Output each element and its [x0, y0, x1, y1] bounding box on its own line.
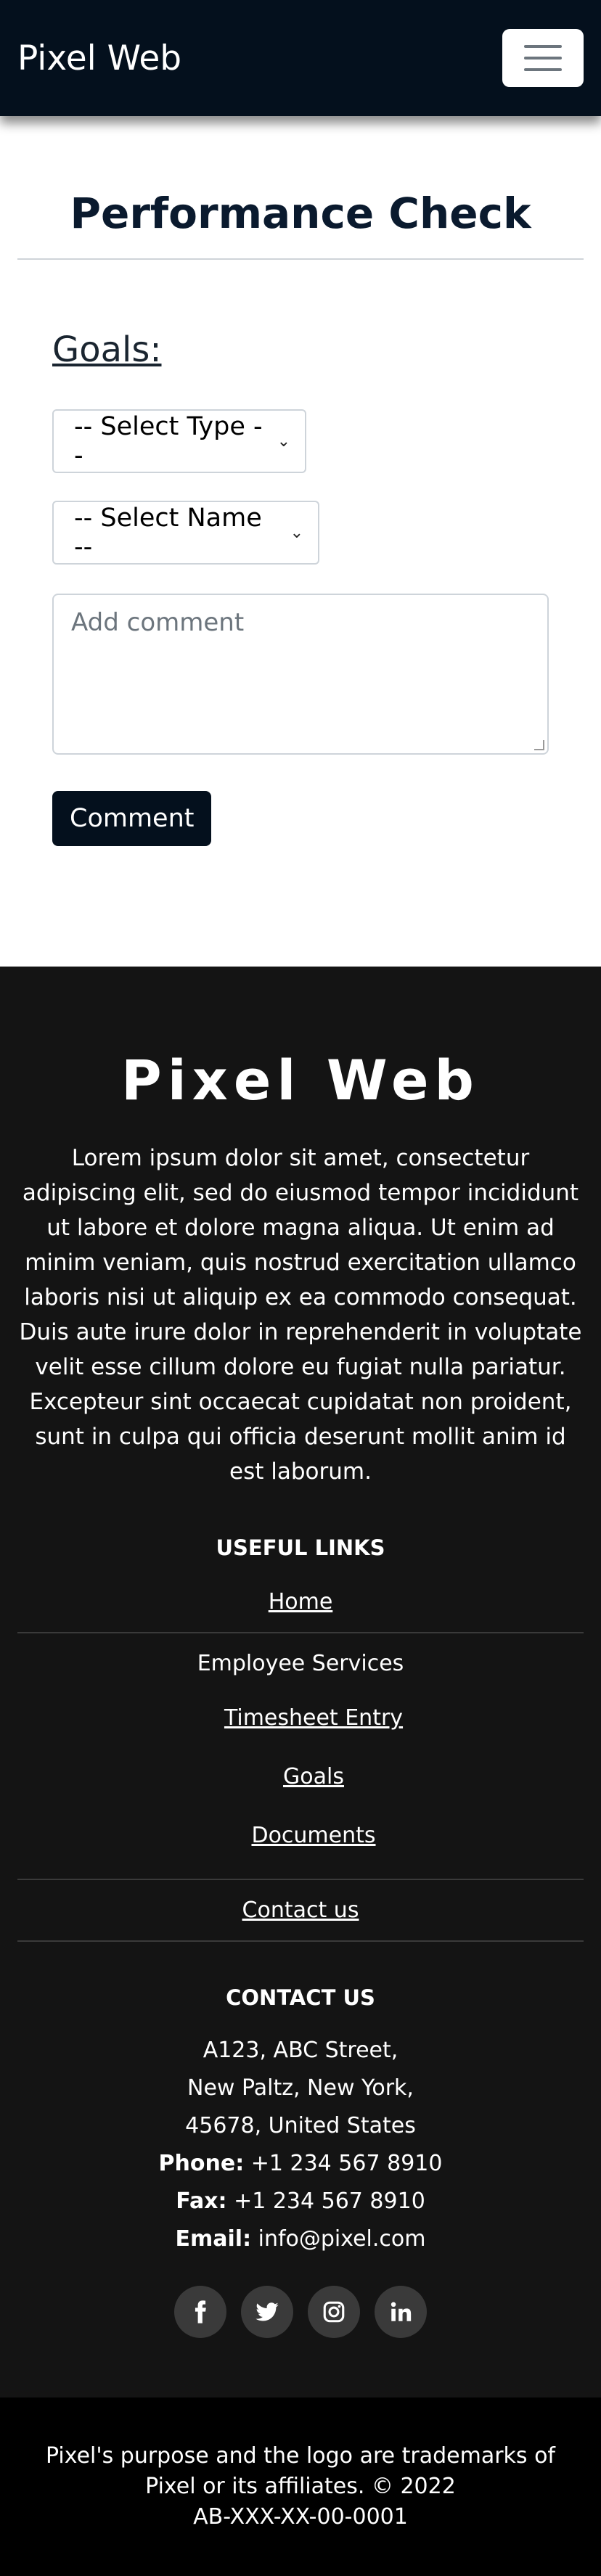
- useful-links-heading: USEFUL LINKS: [216, 1535, 385, 1560]
- address-line: A123, ABC Street,: [203, 2038, 398, 2063]
- address-line: New Paltz, New York,: [187, 2075, 414, 2101]
- footer-link-contact[interactable]: Contact us: [0, 1898, 601, 1923]
- select-name-dropdown[interactable]: -- Select Name -- ⌄: [52, 501, 319, 565]
- page-title: Performance Check: [70, 189, 531, 238]
- footer: Pixel Web Lorem ipsum dolor sit amet, co…: [0, 967, 601, 2397]
- links-divider: [17, 1879, 584, 1880]
- facebook-icon[interactable]: [174, 2286, 226, 2338]
- footer-link-documents[interactable]: Documents: [26, 1823, 601, 1848]
- fax-line: Fax: +1 234 567 8910: [0, 2183, 601, 2220]
- chevron-down-icon: ⌄: [290, 523, 303, 542]
- contact-info: A123, ABC Street, New Paltz, New York, 4…: [0, 2032, 601, 2258]
- fax-value: +1 234 567 8910: [234, 2189, 425, 2214]
- employee-services-sublinks: Timesheet Entry Goals Documents: [0, 1705, 601, 1848]
- navbar: Pixel Web: [0, 0, 601, 116]
- links-divider: [17, 1632, 584, 1633]
- twitter-icon[interactable]: [241, 2286, 293, 2338]
- phone-label: Phone:: [158, 2151, 245, 2176]
- address-line: 45678, United States: [185, 2113, 416, 2138]
- chevron-down-icon: ⌄: [277, 432, 290, 451]
- copyright-text: Pixel's purpose and the logo are tradema…: [45, 2443, 555, 2499]
- phone-line: Phone: +1 234 567 8910: [0, 2145, 601, 2183]
- useful-links: Home Employee Services Timesheet Entry G…: [0, 1589, 601, 1942]
- select-name-value: -- Select Name --: [74, 504, 262, 562]
- links-divider: [17, 1940, 584, 1942]
- goals-label: Goals:: [52, 329, 162, 370]
- resize-handle-icon[interactable]: [534, 740, 544, 750]
- footer-employee-services: Employee Services: [197, 1651, 404, 1676]
- navbar-brand[interactable]: Pixel Web: [17, 38, 181, 78]
- instagram-icon[interactable]: [308, 2286, 360, 2338]
- footer-link-timesheet[interactable]: Timesheet Entry: [26, 1705, 601, 1731]
- comment-button[interactable]: Comment: [52, 791, 212, 846]
- email-line: Email: info@pixel.com: [0, 2220, 601, 2258]
- footer-description: Lorem ipsum dolor sit amet, consectetur …: [19, 1145, 582, 1485]
- linkedin-icon[interactable]: [375, 2286, 427, 2338]
- fax-label: Fax:: [176, 2189, 227, 2214]
- menu-toggle-button[interactable]: [502, 29, 584, 87]
- copyright-code: AB-XXX-XX-00-0001: [193, 2504, 408, 2530]
- email-value: info@pixel.com: [258, 2226, 426, 2252]
- footer-brand: Pixel Web: [121, 1048, 480, 1112]
- footer-link-goals[interactable]: Goals: [26, 1764, 601, 1789]
- email-label: Email:: [175, 2226, 252, 2252]
- phone-value: +1 234 567 8910: [250, 2151, 443, 2176]
- main-content: Performance Check Goals: -- Select Type …: [0, 116, 601, 967]
- select-type-dropdown[interactable]: -- Select Type -- ⌄: [52, 409, 306, 473]
- comment-textarea[interactable]: Add comment: [52, 594, 549, 755]
- hamburger-icon: [524, 45, 562, 48]
- comment-placeholder: Add comment: [71, 608, 245, 637]
- copyright-bar: Pixel's purpose and the logo are tradema…: [0, 2397, 601, 2576]
- social-links: [0, 2286, 601, 2338]
- contact-heading: CONTACT US: [226, 1985, 375, 2010]
- footer-link-home[interactable]: Home: [0, 1589, 601, 1615]
- select-type-value: -- Select Type --: [74, 412, 263, 470]
- goals-form: Goals: -- Select Type -- ⌄ -- Select Nam…: [0, 260, 601, 846]
